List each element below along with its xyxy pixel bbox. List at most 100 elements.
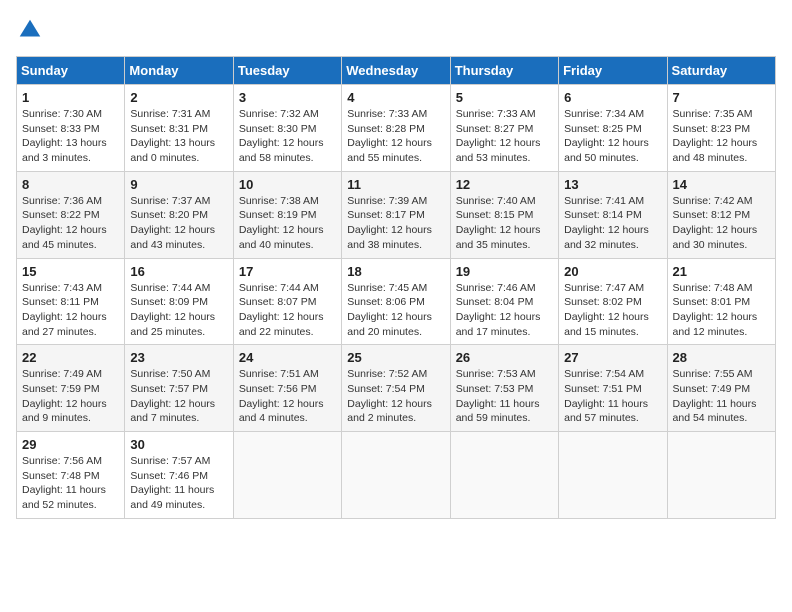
day-info: Sunrise: 7:38 AM Sunset: 8:19 PM Dayligh… (239, 194, 336, 253)
day-info: Sunrise: 7:33 AM Sunset: 8:27 PM Dayligh… (456, 107, 553, 166)
day-info: Sunrise: 7:46 AM Sunset: 8:04 PM Dayligh… (456, 281, 553, 340)
day-info: Sunrise: 7:53 AM Sunset: 7:53 PM Dayligh… (456, 367, 553, 426)
day-number: 1 (22, 90, 119, 105)
day-info: Sunrise: 7:49 AM Sunset: 7:59 PM Dayligh… (22, 367, 119, 426)
calendar-table: SundayMondayTuesdayWednesdayThursdayFrid… (16, 56, 776, 519)
calendar-cell: 30 Sunrise: 7:57 AM Sunset: 7:46 PM Dayl… (125, 432, 233, 519)
day-number: 4 (347, 90, 444, 105)
day-info: Sunrise: 7:34 AM Sunset: 8:25 PM Dayligh… (564, 107, 661, 166)
day-number: 8 (22, 177, 119, 192)
day-info: Sunrise: 7:50 AM Sunset: 7:57 PM Dayligh… (130, 367, 227, 426)
day-header-wednesday: Wednesday (342, 57, 450, 85)
calendar-cell: 29 Sunrise: 7:56 AM Sunset: 7:48 PM Dayl… (17, 432, 125, 519)
day-number: 6 (564, 90, 661, 105)
day-number: 23 (130, 350, 227, 365)
day-number: 22 (22, 350, 119, 365)
days-of-week-row: SundayMondayTuesdayWednesdayThursdayFrid… (17, 57, 776, 85)
day-info: Sunrise: 7:47 AM Sunset: 8:02 PM Dayligh… (564, 281, 661, 340)
calendar-cell: 13 Sunrise: 7:41 AM Sunset: 8:14 PM Dayl… (559, 171, 667, 258)
day-info: Sunrise: 7:41 AM Sunset: 8:14 PM Dayligh… (564, 194, 661, 253)
calendar-cell: 21 Sunrise: 7:48 AM Sunset: 8:01 PM Dayl… (667, 258, 775, 345)
page-header (16, 16, 776, 44)
day-number: 14 (673, 177, 770, 192)
day-header-sunday: Sunday (17, 57, 125, 85)
day-header-saturday: Saturday (667, 57, 775, 85)
calendar-cell: 1 Sunrise: 7:30 AM Sunset: 8:33 PM Dayli… (17, 85, 125, 172)
day-number: 24 (239, 350, 336, 365)
day-number: 9 (130, 177, 227, 192)
day-info: Sunrise: 7:37 AM Sunset: 8:20 PM Dayligh… (130, 194, 227, 253)
calendar-cell: 2 Sunrise: 7:31 AM Sunset: 8:31 PM Dayli… (125, 85, 233, 172)
day-header-friday: Friday (559, 57, 667, 85)
calendar-cell (559, 432, 667, 519)
day-number: 7 (673, 90, 770, 105)
calendar-cell: 26 Sunrise: 7:53 AM Sunset: 7:53 PM Dayl… (450, 345, 558, 432)
day-info: Sunrise: 7:31 AM Sunset: 8:31 PM Dayligh… (130, 107, 227, 166)
calendar-week-2: 8 Sunrise: 7:36 AM Sunset: 8:22 PM Dayli… (17, 171, 776, 258)
calendar-cell: 17 Sunrise: 7:44 AM Sunset: 8:07 PM Dayl… (233, 258, 341, 345)
calendar-cell (233, 432, 341, 519)
calendar-cell: 28 Sunrise: 7:55 AM Sunset: 7:49 PM Dayl… (667, 345, 775, 432)
calendar-cell: 24 Sunrise: 7:51 AM Sunset: 7:56 PM Dayl… (233, 345, 341, 432)
calendar-cell: 7 Sunrise: 7:35 AM Sunset: 8:23 PM Dayli… (667, 85, 775, 172)
calendar-cell: 9 Sunrise: 7:37 AM Sunset: 8:20 PM Dayli… (125, 171, 233, 258)
day-number: 11 (347, 177, 444, 192)
day-info: Sunrise: 7:35 AM Sunset: 8:23 PM Dayligh… (673, 107, 770, 166)
day-info: Sunrise: 7:55 AM Sunset: 7:49 PM Dayligh… (673, 367, 770, 426)
day-info: Sunrise: 7:45 AM Sunset: 8:06 PM Dayligh… (347, 281, 444, 340)
day-info: Sunrise: 7:52 AM Sunset: 7:54 PM Dayligh… (347, 367, 444, 426)
day-info: Sunrise: 7:44 AM Sunset: 8:07 PM Dayligh… (239, 281, 336, 340)
calendar-cell: 18 Sunrise: 7:45 AM Sunset: 8:06 PM Dayl… (342, 258, 450, 345)
day-info: Sunrise: 7:43 AM Sunset: 8:11 PM Dayligh… (22, 281, 119, 340)
calendar-cell: 4 Sunrise: 7:33 AM Sunset: 8:28 PM Dayli… (342, 85, 450, 172)
calendar-cell: 15 Sunrise: 7:43 AM Sunset: 8:11 PM Dayl… (17, 258, 125, 345)
calendar-cell: 11 Sunrise: 7:39 AM Sunset: 8:17 PM Dayl… (342, 171, 450, 258)
day-info: Sunrise: 7:33 AM Sunset: 8:28 PM Dayligh… (347, 107, 444, 166)
calendar-cell: 12 Sunrise: 7:40 AM Sunset: 8:15 PM Dayl… (450, 171, 558, 258)
day-number: 30 (130, 437, 227, 452)
day-number: 20 (564, 264, 661, 279)
day-info: Sunrise: 7:48 AM Sunset: 8:01 PM Dayligh… (673, 281, 770, 340)
calendar-cell: 8 Sunrise: 7:36 AM Sunset: 8:22 PM Dayli… (17, 171, 125, 258)
calendar-cell: 14 Sunrise: 7:42 AM Sunset: 8:12 PM Dayl… (667, 171, 775, 258)
calendar-body: 1 Sunrise: 7:30 AM Sunset: 8:33 PM Dayli… (17, 85, 776, 519)
day-number: 17 (239, 264, 336, 279)
calendar-cell: 20 Sunrise: 7:47 AM Sunset: 8:02 PM Dayl… (559, 258, 667, 345)
calendar-week-4: 22 Sunrise: 7:49 AM Sunset: 7:59 PM Dayl… (17, 345, 776, 432)
day-number: 25 (347, 350, 444, 365)
day-info: Sunrise: 7:56 AM Sunset: 7:48 PM Dayligh… (22, 454, 119, 513)
day-number: 12 (456, 177, 553, 192)
day-info: Sunrise: 7:32 AM Sunset: 8:30 PM Dayligh… (239, 107, 336, 166)
day-number: 26 (456, 350, 553, 365)
calendar-cell: 10 Sunrise: 7:38 AM Sunset: 8:19 PM Dayl… (233, 171, 341, 258)
day-header-tuesday: Tuesday (233, 57, 341, 85)
day-info: Sunrise: 7:44 AM Sunset: 8:09 PM Dayligh… (130, 281, 227, 340)
day-info: Sunrise: 7:51 AM Sunset: 7:56 PM Dayligh… (239, 367, 336, 426)
day-number: 19 (456, 264, 553, 279)
day-number: 27 (564, 350, 661, 365)
calendar-cell: 25 Sunrise: 7:52 AM Sunset: 7:54 PM Dayl… (342, 345, 450, 432)
day-number: 28 (673, 350, 770, 365)
day-info: Sunrise: 7:57 AM Sunset: 7:46 PM Dayligh… (130, 454, 227, 513)
day-number: 2 (130, 90, 227, 105)
calendar-week-1: 1 Sunrise: 7:30 AM Sunset: 8:33 PM Dayli… (17, 85, 776, 172)
calendar-cell (450, 432, 558, 519)
calendar-cell: 19 Sunrise: 7:46 AM Sunset: 8:04 PM Dayl… (450, 258, 558, 345)
day-number: 16 (130, 264, 227, 279)
day-header-monday: Monday (125, 57, 233, 85)
calendar-cell: 23 Sunrise: 7:50 AM Sunset: 7:57 PM Dayl… (125, 345, 233, 432)
calendar-cell: 27 Sunrise: 7:54 AM Sunset: 7:51 PM Dayl… (559, 345, 667, 432)
day-number: 18 (347, 264, 444, 279)
day-number: 13 (564, 177, 661, 192)
calendar-cell: 22 Sunrise: 7:49 AM Sunset: 7:59 PM Dayl… (17, 345, 125, 432)
calendar-week-3: 15 Sunrise: 7:43 AM Sunset: 8:11 PM Dayl… (17, 258, 776, 345)
day-info: Sunrise: 7:40 AM Sunset: 8:15 PM Dayligh… (456, 194, 553, 253)
calendar-cell (667, 432, 775, 519)
day-number: 10 (239, 177, 336, 192)
day-number: 5 (456, 90, 553, 105)
day-info: Sunrise: 7:36 AM Sunset: 8:22 PM Dayligh… (22, 194, 119, 253)
day-number: 3 (239, 90, 336, 105)
logo (16, 16, 48, 44)
calendar-week-5: 29 Sunrise: 7:56 AM Sunset: 7:48 PM Dayl… (17, 432, 776, 519)
day-header-thursday: Thursday (450, 57, 558, 85)
